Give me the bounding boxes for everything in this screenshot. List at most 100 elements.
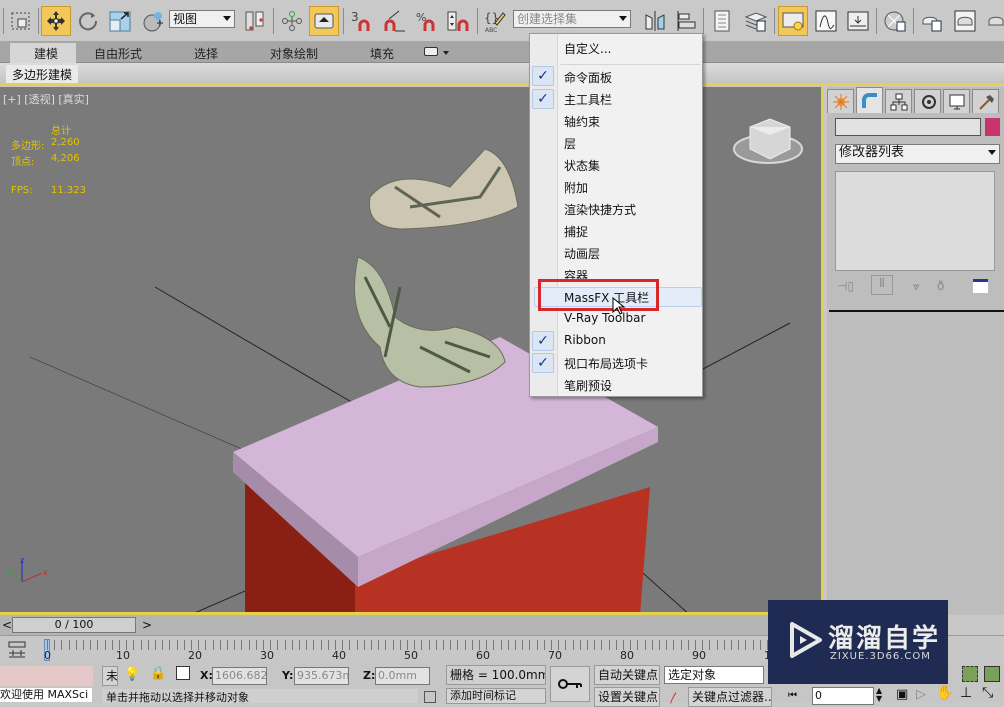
configure-sets-icon[interactable] (973, 279, 988, 293)
set-key-button[interactable] (550, 666, 590, 702)
go-to-start-icon[interactable]: ⏮ (788, 690, 797, 701)
schematic-view-button[interactable] (843, 6, 873, 36)
menu-item-brush-presets[interactable]: 笔刷预设 (564, 377, 612, 394)
render-iterative-button[interactable] (982, 6, 1004, 36)
render-production-button[interactable] (950, 6, 980, 36)
show-end-result-icon[interactable]: ⫴ (871, 275, 893, 295)
layer-manager-button[interactable] (707, 6, 737, 36)
menu-item-snaps[interactable]: 捕捉 (564, 223, 588, 240)
lock-icon[interactable]: 🔒 (150, 666, 166, 681)
render-setup-button[interactable] (880, 6, 910, 36)
key-filters-button[interactable]: 关键点过滤器... (688, 687, 772, 707)
set-key-mode-button[interactable]: 设置关键点 (594, 687, 660, 707)
viewcube[interactable] (733, 118, 803, 164)
menu-item-layers[interactable]: 层 (564, 135, 576, 152)
snap-toggle-button[interactable]: 3 (347, 6, 377, 36)
menu-item-render-shortcuts[interactable]: 渲染快捷方式 (564, 201, 636, 218)
x-coordinate-field[interactable]: 1606.682m (212, 667, 267, 685)
tab-create[interactable] (827, 89, 854, 113)
isolate-bulb-icon[interactable]: 💡 (124, 667, 140, 682)
z-coordinate-field[interactable]: 0.0mm (375, 667, 430, 685)
tab-motion[interactable] (914, 89, 941, 113)
ribbon-tab-freeform[interactable]: 自由形式 (94, 45, 142, 62)
key-selection-dropdown[interactable]: 选定对象 (664, 666, 764, 684)
maxscript-listener-field[interactable] (0, 666, 93, 686)
current-frame-field[interactable]: 0 (812, 687, 874, 705)
rendered-frame-window-button[interactable] (917, 6, 947, 36)
ribbon-options-button[interactable] (424, 47, 438, 56)
y-coordinate-field[interactable]: 935.673mn (294, 667, 349, 685)
ribbon-tab-selection[interactable]: 选择 (194, 45, 218, 62)
reference-coord-dropdown[interactable]: 视图 (169, 10, 235, 28)
spinner-snap-button[interactable] (443, 6, 473, 36)
timeline-tick-label: 40 (332, 649, 346, 662)
align-button[interactable] (671, 6, 701, 36)
tab-hierarchy[interactable] (885, 89, 912, 113)
angle-snap-button[interactable] (380, 6, 410, 36)
maximize-viewport-icon[interactable]: ⤡ (982, 685, 993, 701)
select-manipulate-button[interactable] (309, 6, 339, 36)
pan-hand-icon[interactable]: ✋ (936, 685, 953, 701)
menu-item-command-panel[interactable]: 命令面板 (564, 69, 612, 86)
selection-lock-toggle[interactable]: 未 (102, 666, 118, 686)
tab-modify[interactable] (856, 87, 883, 113)
time-slider-thumb[interactable]: 0 / 100 (12, 617, 136, 633)
ribbon-tab-object-paint[interactable]: 对象绘制 (270, 45, 318, 62)
modifier-list-dropdown[interactable]: 修改器列表 (835, 144, 1000, 164)
render-button[interactable] (138, 6, 168, 36)
absolute-mode-icon[interactable] (176, 666, 190, 680)
menu-item-ribbon[interactable]: Ribbon (564, 333, 606, 347)
select-rotate-button[interactable] (73, 6, 103, 36)
frame-spinner[interactable]: ▲ ▼ (876, 687, 882, 703)
ribbon-tab-modeling[interactable]: 建模 (10, 43, 77, 63)
time-tag-icon[interactable] (424, 691, 436, 703)
make-unique-icon[interactable]: ⩔ (913, 279, 920, 294)
timeline-tick (731, 640, 732, 650)
orbit-icon[interactable]: ⊥ (960, 685, 972, 701)
curve-editor-button[interactable] (811, 6, 841, 36)
polygon-modeling-panel[interactable]: 多边形建模 (6, 65, 79, 83)
menu-item-main-toolbar[interactable]: 主工具栏 (564, 91, 612, 108)
pin-stack-icon[interactable]: ⊣▯ (837, 279, 854, 293)
select-move-button[interactable] (41, 6, 71, 36)
zoom-extents-selected-icon[interactable] (962, 666, 978, 682)
tab-display[interactable] (943, 89, 970, 113)
object-name-field[interactable] (835, 118, 981, 136)
select-scale-button[interactable] (105, 6, 135, 36)
time-prev-button[interactable]: < (2, 618, 12, 632)
menu-item-animation-layers[interactable]: 动画层 (564, 245, 600, 262)
maxscript-mini-listener[interactable]: 欢迎使用 MAXSci (0, 688, 92, 702)
viewport-label[interactable]: [+] [透视] [真实] (3, 91, 89, 107)
tab-utilities[interactable] (972, 89, 999, 113)
modifier-stack[interactable] (835, 171, 995, 271)
menu-item-extras[interactable]: 附加 (564, 179, 588, 196)
percent-snap-button[interactable]: % (412, 6, 442, 36)
menu-item-viewport-layout-tabs[interactable]: 视口布局选项卡 (564, 355, 648, 372)
hammer-icon (978, 94, 994, 110)
menu-item-axis-constraints[interactable]: 轴约束 (564, 113, 600, 130)
mirror-button[interactable] (640, 6, 670, 36)
time-config-icon[interactable]: ▣ (896, 687, 908, 702)
menu-item-customize[interactable]: 自定义... (564, 40, 611, 57)
pivot-center-button[interactable] (240, 6, 270, 36)
timeline-tick (255, 640, 257, 650)
menu-item-vray-toolbar[interactable]: V-Ray Toolbar (564, 311, 645, 325)
edit-named-selection-button[interactable]: {} ABC (480, 6, 510, 36)
object-color-swatch[interactable] (985, 118, 1000, 136)
scene-explorer-button[interactable] (741, 6, 771, 36)
remove-modifier-icon[interactable]: ð (937, 279, 944, 293)
mini-curve-editor-icon[interactable] (6, 641, 28, 659)
select-region-button[interactable] (6, 6, 36, 36)
zoom-extents-icon[interactable]: ▷ (916, 687, 926, 702)
timeline-tick (443, 640, 444, 650)
time-next-button[interactable]: > (142, 618, 152, 632)
toolbar-separator (876, 8, 877, 34)
auto-key-button[interactable]: 自动关键点 (594, 665, 660, 685)
named-selection-set-dropdown[interactable]: 创建选择集 (513, 10, 631, 28)
timeline-tick (378, 640, 380, 650)
material-explorer-button[interactable] (778, 6, 808, 36)
zoom-extents-all-icon[interactable] (984, 666, 1000, 682)
ribbon-tab-populate[interactable]: 填充 (370, 45, 394, 62)
select-and-link-button[interactable] (277, 6, 307, 36)
menu-item-state-sets[interactable]: 状态集 (564, 157, 600, 174)
